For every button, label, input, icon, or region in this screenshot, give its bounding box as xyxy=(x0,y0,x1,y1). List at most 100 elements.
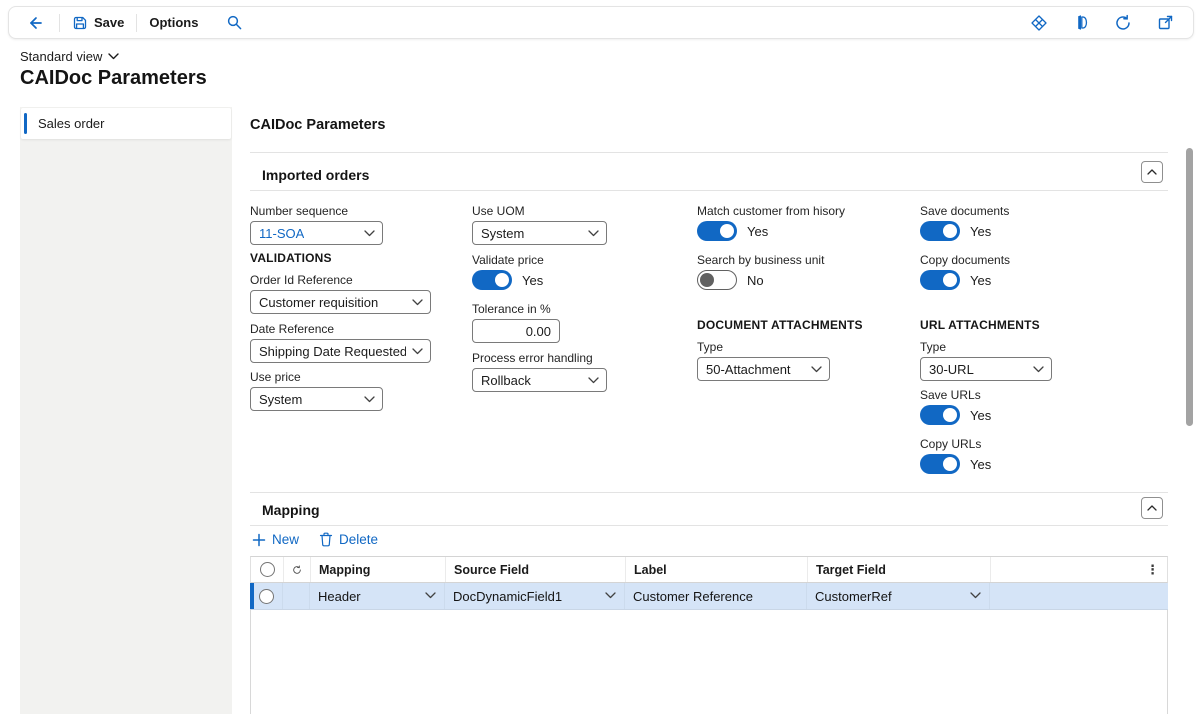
process-error-handling-combobox[interactable]: Rollback xyxy=(472,368,607,392)
match-customer-toggle[interactable] xyxy=(697,221,737,241)
row-source-field-cell[interactable]: DocDynamicField1 xyxy=(445,583,625,609)
row-refresh-cell xyxy=(283,583,310,609)
chevron-down-icon xyxy=(364,396,375,403)
refresh-icon xyxy=(1114,14,1132,32)
use-price-value: System xyxy=(259,392,302,407)
sidebar-item-sales-order[interactable]: Sales order xyxy=(21,108,231,139)
copy-urls-toggle[interactable] xyxy=(920,454,960,474)
open-new-window-icon xyxy=(1157,14,1174,31)
search-by-business-unit-toggle[interactable] xyxy=(697,270,737,290)
chevron-down-icon xyxy=(425,592,436,599)
chevron-down-icon xyxy=(412,299,423,306)
grid-options-cell: ⋮ xyxy=(991,557,1167,582)
document-type-combobox[interactable]: 50-Attachment xyxy=(697,357,830,381)
collapse-mapping-button[interactable] xyxy=(1141,497,1163,519)
group-header-validations: VALIDATIONS xyxy=(250,251,332,265)
more-options-icon[interactable]: ⋮ xyxy=(1146,562,1159,578)
row-mapping-value: Header xyxy=(318,589,361,604)
use-uom-value: System xyxy=(481,226,524,241)
form-caption: CAIDoc Parameters xyxy=(250,117,385,133)
use-price-combobox[interactable]: System xyxy=(250,387,383,411)
document-type-value: 50-Attachment xyxy=(706,362,791,377)
new-button[interactable]: New xyxy=(252,532,299,547)
sync-icon xyxy=(292,563,302,577)
personalize-button[interactable] xyxy=(1027,11,1051,35)
toggle-knob xyxy=(700,273,714,287)
toggle-knob xyxy=(495,273,509,287)
chevron-down-icon xyxy=(588,230,599,237)
save-documents-label: Save documents xyxy=(920,204,1009,218)
toggle-knob xyxy=(943,408,957,422)
divider xyxy=(250,190,1168,191)
order-id-reference-label: Order Id Reference xyxy=(250,273,431,287)
options-menu-button[interactable]: Options xyxy=(149,15,198,30)
order-id-reference-value: Customer requisition xyxy=(259,295,378,310)
date-reference-combobox[interactable]: Shipping Date Requested xyxy=(250,339,431,363)
column-header-source-field[interactable]: Source Field xyxy=(446,557,626,582)
back-button[interactable] xyxy=(23,11,47,35)
group-header-url-attachments: URL ATTACHMENTS xyxy=(920,318,1040,332)
command-bar-right xyxy=(1027,11,1177,35)
delete-button[interactable]: Delete xyxy=(319,532,378,547)
row-filler-cell xyxy=(990,583,1168,609)
collapse-imported-orders-button[interactable] xyxy=(1141,161,1163,183)
save-urls-label: Save URLs xyxy=(920,388,991,402)
chevron-down-icon xyxy=(1033,366,1044,373)
trash-icon xyxy=(319,532,333,547)
match-customer-state: Yes xyxy=(747,224,768,239)
back-arrow-icon xyxy=(26,14,44,32)
vertical-tabs-panel: Sales order xyxy=(20,107,232,714)
number-sequence-combobox[interactable]: 11-SOA xyxy=(250,221,383,245)
refresh-column-header[interactable] xyxy=(284,557,311,582)
column-header-label[interactable]: Label xyxy=(626,557,808,582)
order-id-reference-combobox[interactable]: Customer requisition xyxy=(250,290,431,314)
copy-documents-state: Yes xyxy=(970,273,991,288)
row-select-cell xyxy=(250,583,283,609)
save-documents-toggle[interactable] xyxy=(920,221,960,241)
divider xyxy=(250,525,1168,526)
column-header-mapping[interactable]: Mapping xyxy=(311,557,446,582)
select-all-radio[interactable] xyxy=(260,562,275,577)
row-mapping-cell[interactable]: Header xyxy=(310,583,445,609)
dynamics-app-icon xyxy=(1073,14,1090,31)
chevron-down-icon xyxy=(811,366,822,373)
row-select-radio[interactable] xyxy=(259,589,274,604)
toolbar-divider xyxy=(59,14,60,32)
refresh-button[interactable] xyxy=(1111,11,1135,35)
vertical-scrollbar-thumb[interactable] xyxy=(1186,148,1193,426)
mapping-grid-row[interactable]: Header DocDynamicField1 Customer Referen… xyxy=(250,583,1168,610)
select-all-cell xyxy=(251,557,284,582)
use-price-label: Use price xyxy=(250,370,383,384)
new-button-label: New xyxy=(272,532,299,547)
column-header-label: Mapping xyxy=(319,563,370,577)
open-in-office-button[interactable] xyxy=(1069,11,1093,35)
tolerance-input[interactable]: 0.00 xyxy=(472,319,560,343)
row-target-field-cell[interactable]: CustomerRef xyxy=(807,583,990,609)
url-type-combobox[interactable]: 30-URL xyxy=(920,357,1052,381)
toggle-knob xyxy=(943,224,957,238)
divider xyxy=(250,492,1168,493)
column-header-target-field[interactable]: Target Field xyxy=(808,557,991,582)
delete-button-label: Delete xyxy=(339,532,378,547)
number-sequence-label: Number sequence xyxy=(250,204,383,218)
copy-documents-label: Copy documents xyxy=(920,253,1010,267)
save-urls-state: Yes xyxy=(970,408,991,423)
save-button[interactable]: Save xyxy=(72,15,124,31)
copy-urls-label: Copy URLs xyxy=(920,437,991,451)
save-urls-toggle[interactable] xyxy=(920,405,960,425)
copy-documents-toggle[interactable] xyxy=(920,270,960,290)
chevron-up-icon xyxy=(1147,505,1157,511)
row-label-cell[interactable]: Customer Reference xyxy=(625,583,807,609)
caidoc-parameters-page: Save Options Standard view CAID xyxy=(0,0,1202,714)
use-uom-combobox[interactable]: System xyxy=(472,221,607,245)
url-type-value: 30-URL xyxy=(929,362,974,377)
column-header-label: Source Field xyxy=(454,563,529,577)
view-selector[interactable]: Standard view xyxy=(20,49,119,64)
options-label: Options xyxy=(149,15,198,30)
validate-price-toggle[interactable] xyxy=(472,270,512,290)
search-button[interactable] xyxy=(222,11,246,35)
toggle-knob xyxy=(943,457,957,471)
date-reference-value: Shipping Date Requested xyxy=(259,344,406,359)
page-title: CAIDoc Parameters xyxy=(20,67,207,90)
open-in-new-window-button[interactable] xyxy=(1153,11,1177,35)
